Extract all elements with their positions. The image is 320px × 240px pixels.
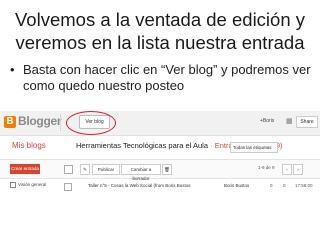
- next-page-icon[interactable]: ›: [293, 164, 303, 175]
- slide-title: Volvemos a la ventada de edición y verem…: [14, 9, 306, 53]
- highlight-circle: [66, 111, 116, 135]
- post-views: 0: [283, 183, 286, 188]
- post-date: 17:58:00: [295, 183, 313, 188]
- revert-to-draft-button[interactable]: Cambiar a borrador: [121, 164, 161, 181]
- bullet-marker: •: [10, 62, 15, 77]
- pager-text: 1-9 de 9: [258, 165, 275, 170]
- prev-page-icon[interactable]: ‹: [282, 164, 292, 175]
- labels-select[interactable]: Todas las etiquetas: [230, 142, 278, 153]
- bullet-text: Basta con hacer clic en “Ver blog” y pod…: [23, 62, 311, 93]
- share-button[interactable]: Share: [296, 116, 318, 128]
- post-checkbox[interactable]: [64, 183, 72, 191]
- user-name[interactable]: +Boris: [260, 118, 274, 124]
- select-all-checkbox[interactable]: [64, 165, 73, 174]
- blogger-screenshot: B Blogger Ver blog +Boris ▦ Share Mis bl…: [0, 111, 320, 240]
- apps-grid-icon[interactable]: ▦: [286, 117, 293, 125]
- post-title[interactable]: Taller n°5 - Cosas la Web Social (from B…: [88, 183, 191, 188]
- blog-name[interactable]: Herramientas Tecnológicas para el Aula: [76, 141, 208, 150]
- post-author: Boris Bustos: [224, 183, 250, 188]
- table-row[interactable]: Visión general Taller n°5 - Cosas la Web…: [0, 179, 320, 193]
- delete-icon[interactable]: 🗑: [162, 164, 172, 175]
- post-comments: 0: [270, 183, 273, 188]
- publish-button[interactable]: Publicar: [92, 164, 120, 175]
- new-post-button[interactable]: Crear entrada: [10, 164, 40, 174]
- my-blogs-link[interactable]: Mis blogs: [12, 141, 46, 150]
- blogger-logo-text: Blogger: [18, 114, 62, 128]
- blogger-topbar: B Blogger Ver blog +Boris ▦ Share: [0, 111, 320, 136]
- divider: [60, 114, 61, 131]
- posts-toolbar: Crear entrada ✎ Publicar Cambiar a borra…: [0, 159, 320, 181]
- overview-icon: [10, 182, 16, 188]
- overview-label: Visión general: [18, 182, 47, 188]
- overview-link[interactable]: Visión general: [10, 182, 46, 188]
- blogger-logo-icon: B: [4, 116, 16, 128]
- label-icon[interactable]: ✎: [80, 164, 90, 175]
- breadcrumb: Mis blogs Herramientas Tecnológicas para…: [0, 137, 320, 157]
